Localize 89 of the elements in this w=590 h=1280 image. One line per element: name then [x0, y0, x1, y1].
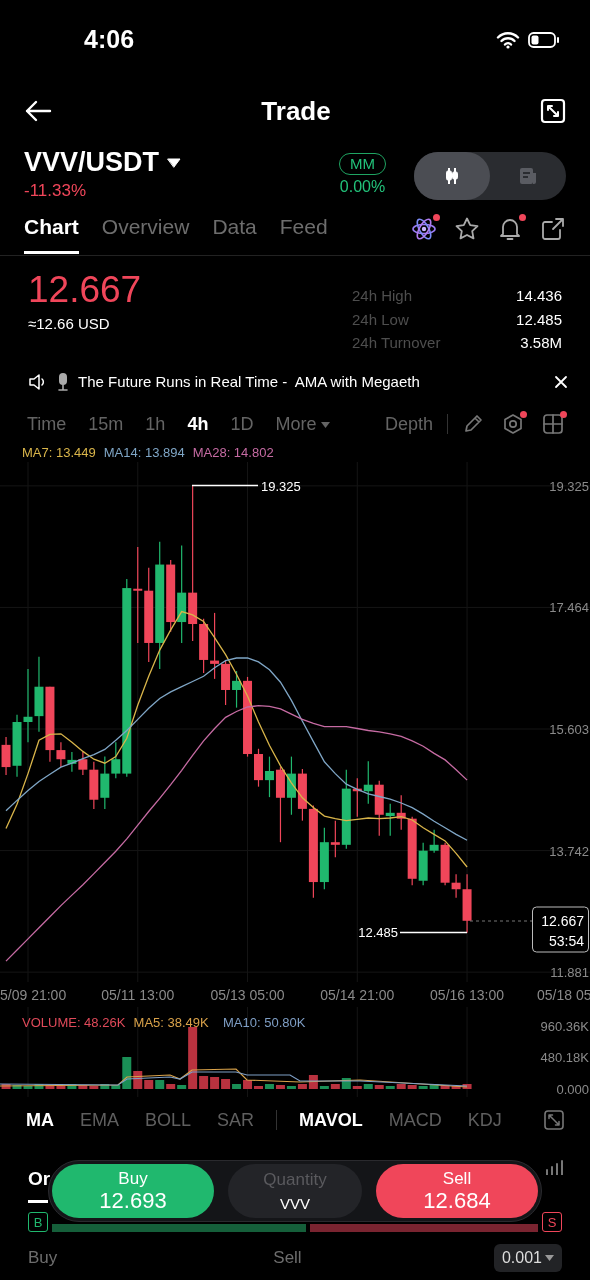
- depth-tab[interactable]: Depth: [384, 410, 433, 438]
- interval-tab[interactable]: 1D: [230, 410, 254, 438]
- interval-tab[interactable]: 4h: [187, 410, 209, 438]
- usd-price: ≈12.66 USD: [28, 313, 111, 334]
- grid-icon[interactable]: [542, 413, 564, 435]
- axis-label: 05/11 13:00: [101, 987, 175, 1003]
- axis-label: 05/13 05:00: [210, 987, 285, 1003]
- indicator-tab[interactable]: EMA: [80, 1106, 119, 1134]
- stat-value: 12.485: [515, 309, 562, 330]
- candle: [67, 751, 77, 773]
- axis-label: 17.464: [549, 600, 589, 616]
- sell-button[interactable]: Sell 12.684: [376, 1164, 538, 1218]
- expand-icon[interactable]: [544, 1110, 564, 1130]
- interval-tab[interactable]: Time: [27, 410, 67, 438]
- ma-legend: MA14: 13.894: [103, 444, 185, 462]
- axis-label: 5/09 21:00: [0, 987, 67, 1003]
- last-price-label: 12.667: [541, 913, 584, 929]
- unit-label: VVV: [280, 1193, 310, 1214]
- last-price-line: [469, 920, 533, 922]
- announcement-text[interactable]: The Future Runs in Real Time - AMA with Megaeth: [78, 370, 420, 394]
- volume-bar: [210, 1077, 220, 1089]
- volume-legend: MA10: 50.80K: [223, 1015, 306, 1030]
- buy-button[interactable]: Buy 12.693: [52, 1164, 214, 1218]
- axis-label: 11.881: [550, 965, 589, 981]
- tab[interactable]: Chart: [24, 211, 79, 254]
- fullscreen-icon[interactable]: [540, 98, 566, 124]
- tab[interactable]: Data: [212, 211, 257, 254]
- column-header: Buy: [28, 1247, 58, 1270]
- candle: [100, 756, 110, 810]
- indicator-tab[interactable]: MACD: [388, 1106, 442, 1134]
- column-header: Sell: [273, 1247, 302, 1270]
- star-icon[interactable]: [454, 215, 480, 242]
- buy-badge: B: [28, 1212, 48, 1232]
- low-price-label: 12.485: [358, 925, 398, 940]
- volume-legend: VOLUME: 48.26K: [22, 1015, 126, 1030]
- market-maker-value: 0.00%: [339, 177, 386, 197]
- axis-label: 480.18K: [540, 1050, 589, 1065]
- candlestick-view-toggle[interactable]: [414, 152, 490, 200]
- axis-label: 05/18 05: [537, 987, 590, 1003]
- close-icon[interactable]: [554, 375, 568, 389]
- interval-tab[interactable]: 15m: [88, 410, 124, 438]
- settings-icon[interactable]: [502, 413, 524, 435]
- indicator-tab[interactable]: KDJ: [467, 1106, 502, 1134]
- caret-down-icon[interactable]: [167, 158, 182, 169]
- last-price: 12.667: [28, 270, 142, 311]
- share-icon[interactable]: [540, 215, 566, 242]
- axis-label: 05/16 13:00: [430, 987, 505, 1003]
- ma-legend: MA28: 14.802: [192, 444, 274, 462]
- bar-chart-icon[interactable]: [544, 1159, 566, 1175]
- indicator-tab[interactable]: SAR: [217, 1106, 255, 1134]
- precision-dropdown[interactable]: 0.001: [493, 1244, 562, 1272]
- stat-value: 3.58M: [519, 333, 562, 353]
- axis-label: 19.325: [549, 478, 589, 494]
- axis-label: 15.603: [549, 722, 589, 737]
- interval-tab[interactable]: More: [275, 410, 331, 438]
- stat-value: 14.436: [515, 286, 562, 306]
- axis-label: 05/14 21:00: [320, 987, 395, 1003]
- page-title: Trade: [261, 94, 331, 128]
- axis-label: 960.36K: [540, 1019, 589, 1034]
- stat-label: 24h Turnover: [352, 333, 442, 353]
- axis-label: 13.742: [549, 843, 589, 859]
- candle: [286, 756, 296, 816]
- tab[interactable]: Feed: [279, 211, 328, 254]
- tab[interactable]: Overview: [101, 211, 190, 254]
- volume-legend: MA5: 38.49K: [133, 1015, 209, 1030]
- indicator-tab[interactable]: MAVOL: [299, 1106, 363, 1134]
- indicator-tab[interactable]: MA: [26, 1106, 54, 1134]
- candle: [363, 760, 373, 805]
- pair-symbol[interactable]: VVV/USDT: [24, 148, 160, 179]
- stat-label: 24h High: [352, 286, 414, 306]
- microphone-icon: [56, 372, 70, 392]
- axis-label: 0.000: [556, 1082, 589, 1097]
- battery-icon: [528, 32, 560, 48]
- high-price-label: 19.325: [261, 479, 301, 494]
- interval-tab[interactable]: 1h: [145, 410, 166, 438]
- sell-badge: S: [542, 1212, 562, 1232]
- leader-line: [191, 484, 259, 487]
- stat-label: 24h Low: [352, 309, 410, 330]
- leader-line: [399, 931, 468, 934]
- price-change: -11.33%: [24, 180, 88, 203]
- atom-icon[interactable]: [411, 215, 437, 242]
- countdown-label: 53:54: [548, 933, 584, 949]
- last-price-box: [532, 906, 589, 953]
- ma-legend: MA7: 13.449: [22, 444, 96, 462]
- status-time: 4:06: [84, 24, 135, 56]
- back-arrow-icon[interactable]: [24, 99, 52, 123]
- pencil-icon[interactable]: [462, 413, 484, 435]
- wifi-icon: [496, 31, 520, 49]
- indicator-tab[interactable]: BOLL: [145, 1106, 192, 1134]
